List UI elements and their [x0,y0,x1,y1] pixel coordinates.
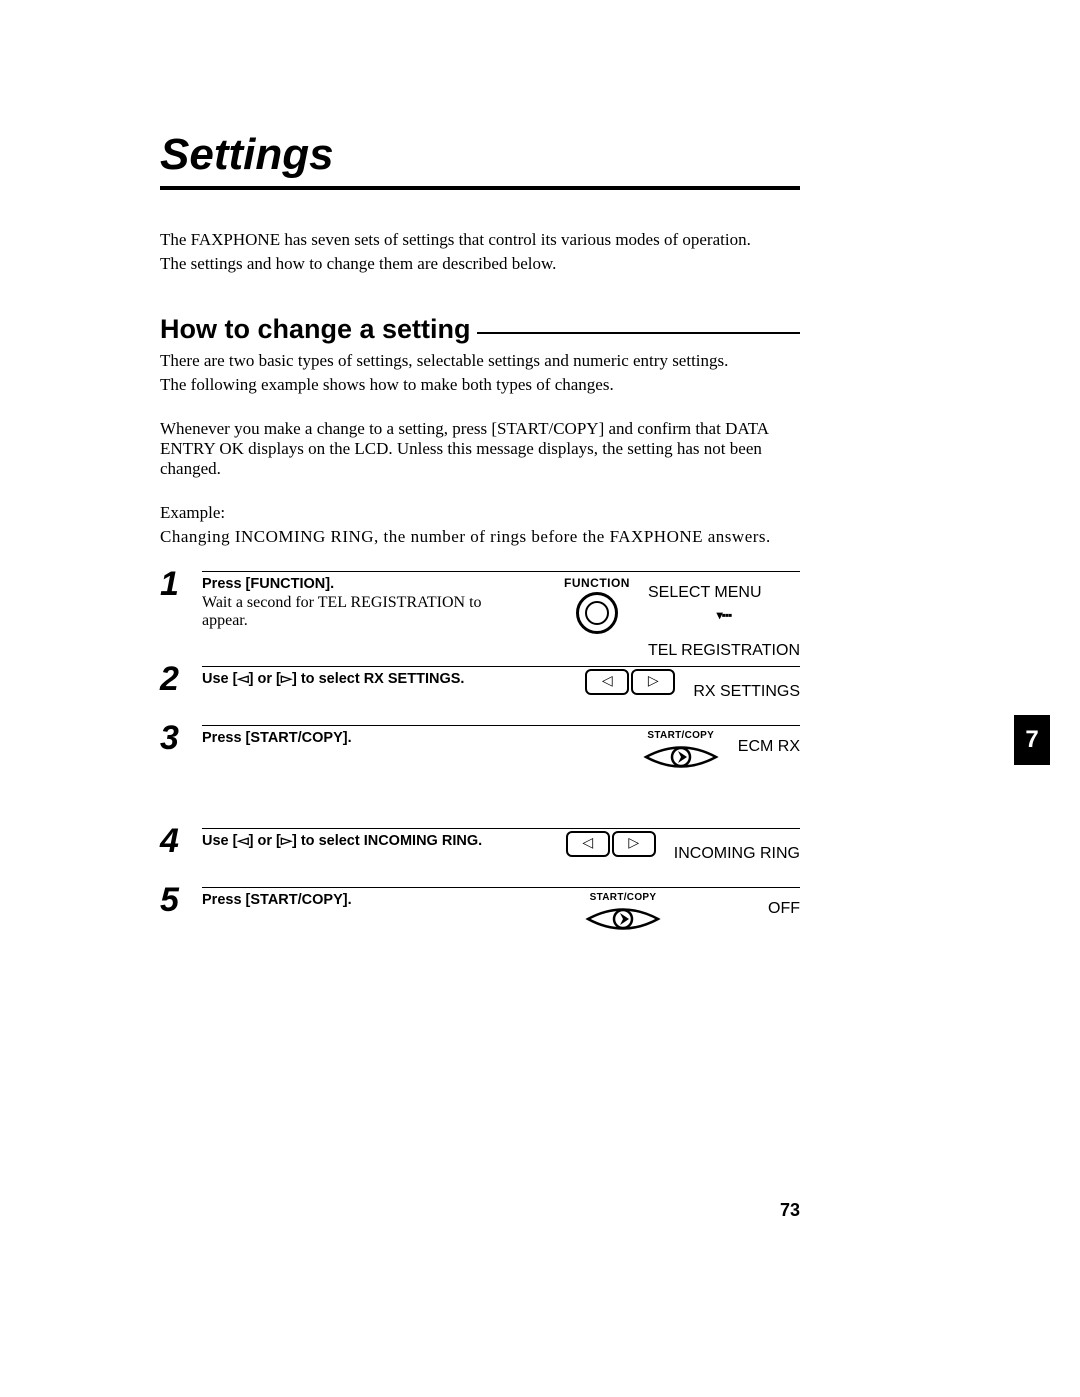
step-1: 1 Press [FUNCTION]. Wait a second for TE… [160,571,800,666]
intro-line-1: The FAXPHONE has seven sets of settings … [160,230,800,250]
right-key-glyph: ▻ [281,671,292,687]
lcd-line: ECM RX [738,738,800,756]
lcd-line: INCOMING RING [674,845,800,863]
title-rule [160,186,800,190]
startcopy-button-icon: START/COPY [584,892,662,934]
step-subtext: Wait a second for TEL REGISTRATION to ap… [202,594,502,630]
lcd-line: RX SETTINGS [693,683,800,701]
lcd-line: SELECT MENU [648,584,800,602]
right-key-glyph: ▻ [281,833,292,849]
instr-text: Use [ [202,833,237,849]
step-5: 5 Press [START/COPY]. START/COPY [160,887,800,940]
step-number: 1 [160,567,192,601]
step-instruction: Use [◅] or [▻] to select RX SETTINGS. [202,671,502,687]
section-p3: Whenever you make a change to a setting,… [160,419,800,479]
step-number: 3 [160,721,192,755]
startcopy-button-icon: START/COPY [642,730,720,772]
manual-page: Settings The FAXPHONE has seven sets of … [160,130,960,1060]
left-right-keys-icon: ◁ ▷ [585,669,675,695]
step-number: 2 [160,662,192,696]
step-instruction: Press [FUNCTION]. [202,576,502,592]
right-key-icon: ▷ [631,669,675,695]
section-heading: How to change a setting [160,314,800,345]
step-instruction: Use [◅] or [▻] to select INCOMING RING. [202,833,502,849]
wait-icon: ▾▪▪▪ [648,608,800,622]
function-button-label: FUNCTION [564,576,630,590]
example-text: Changing INCOMING RING, the number of ri… [160,527,800,547]
lcd-line: TEL REGISTRATION [648,642,800,660]
instr-text: ] or [ [249,671,281,687]
step-number: 5 [160,883,192,917]
startcopy-label: START/COPY [642,730,720,741]
example-label: Example: [160,503,800,523]
instr-text: ] to select INCOMING RING. [292,833,482,849]
left-key-glyph: ◅ [237,671,248,687]
step-instruction: Press [START/COPY]. [202,730,502,746]
section-underscore [477,332,800,334]
left-key-glyph: ◅ [237,833,248,849]
step-3: 3 Press [START/COPY]. START/COPY [160,725,800,778]
startcopy-label: START/COPY [584,892,662,903]
instr-text: ] or [ [249,833,281,849]
section-title: How to change a setting [160,314,471,345]
chapter-title: Settings [160,130,960,180]
instr-text: Use [ [202,671,237,687]
chapter-tab: 7 [1014,715,1050,765]
left-key-icon: ◁ [566,831,610,857]
step-4: 4 Use [◅] or [▻] to select INCOMING RING… [160,828,800,869]
section-p2: The following example shows how to make … [160,375,800,395]
left-key-icon: ◁ [585,669,629,695]
step-number: 4 [160,824,192,858]
section-p1: There are two basic types of settings, s… [160,351,800,371]
instr-text: ] to select RX SETTINGS. [292,671,464,687]
left-right-keys-icon: ◁ ▷ [566,831,656,857]
step-instruction: Press [START/COPY]. [202,892,502,908]
function-button-icon: FUNCTION [564,576,630,634]
right-key-icon: ▷ [612,831,656,857]
page-number: 73 [160,1200,800,1221]
steps-list: 1 Press [FUNCTION]. Wait a second for TE… [160,571,800,940]
lcd-line: OFF [680,900,800,918]
intro-line-2: The settings and how to change them are … [160,254,800,274]
step-2: 2 Use [◅] or [▻] to select RX SETTINGS. … [160,666,800,707]
